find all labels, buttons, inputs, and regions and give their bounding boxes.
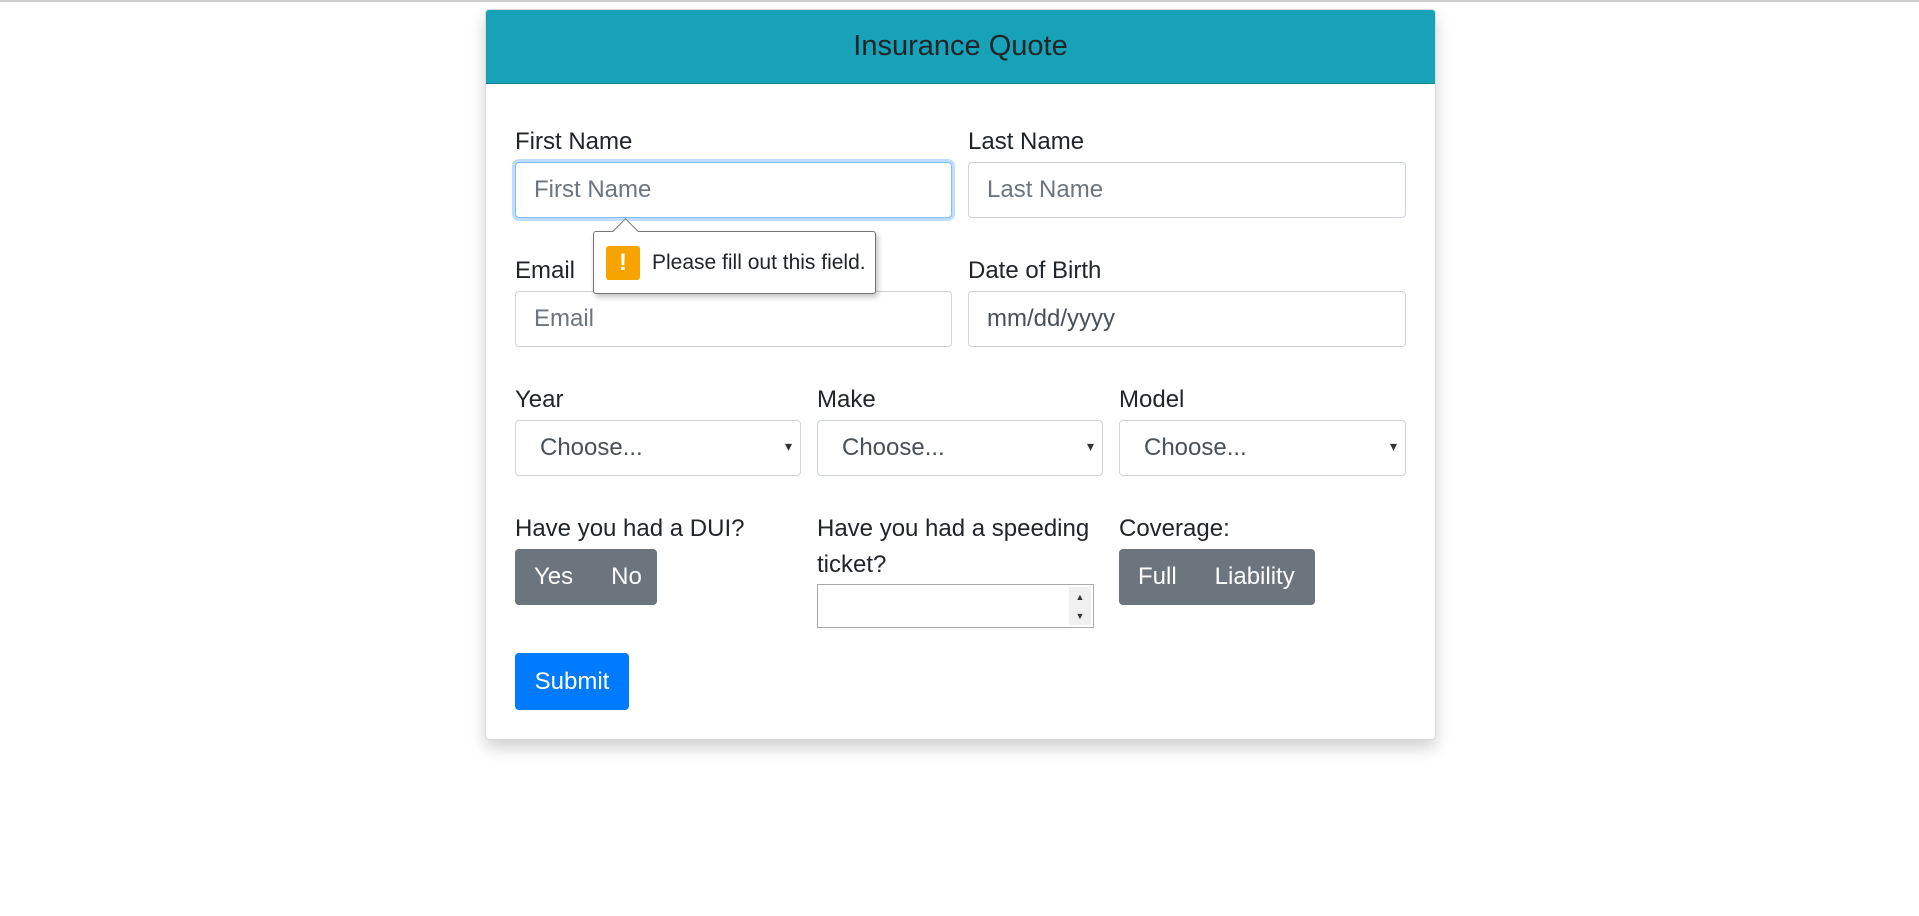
submit-button[interactable]: Submit	[515, 653, 629, 710]
email-input[interactable]	[515, 291, 952, 347]
dui-no-button[interactable]: No	[592, 549, 661, 605]
date-of-birth-label: Date of Birth	[968, 257, 1102, 284]
first-name-input[interactable]	[515, 162, 952, 218]
warning-icon: !	[606, 245, 640, 280]
dui-button-group: Yes No	[515, 549, 657, 605]
card-header: Insurance Quote	[486, 10, 1435, 84]
model-label: Model	[1119, 386, 1185, 413]
email-label: Email	[515, 257, 576, 284]
speeding-ticket-number-input[interactable]: ▲ ▼	[817, 584, 1094, 628]
last-name-label: Last Name	[968, 128, 1085, 155]
year-selected-value: Choose...	[540, 434, 643, 461]
number-spinner[interactable]: ▲ ▼	[1069, 587, 1091, 625]
last-name-input[interactable]	[968, 162, 1406, 218]
chevron-down-icon: ▾	[784, 438, 792, 454]
chevron-down-icon: ▾	[1389, 438, 1397, 454]
model-select[interactable]: Choose... ▾	[1119, 420, 1406, 476]
date-of-birth-value: mm/dd/yyyy	[987, 305, 1116, 332]
make-label: Make	[817, 386, 876, 413]
spin-down-icon[interactable]: ▼	[1069, 606, 1091, 625]
speeding-ticket-label-line1: Have you had a speeding	[817, 515, 1090, 542]
coverage-full-button[interactable]: Full	[1119, 549, 1196, 605]
first-name-label: First Name	[515, 128, 633, 155]
date-of-birth-input[interactable]: mm/dd/yyyy	[968, 291, 1406, 347]
validation-message: Please fill out this field.	[652, 250, 866, 274]
browser-top-border	[0, 0, 1919, 2]
coverage-liability-button[interactable]: Liability	[1196, 549, 1314, 605]
make-selected-value: Choose...	[842, 434, 945, 461]
coverage-label: Coverage:	[1119, 515, 1230, 542]
year-label: Year	[515, 386, 564, 413]
coverage-button-group: Full Liability	[1119, 549, 1315, 605]
dui-label: Have you had a DUI?	[515, 515, 745, 542]
tooltip-arrow	[612, 218, 639, 245]
dui-yes-button[interactable]: Yes	[515, 549, 592, 605]
model-selected-value: Choose...	[1144, 434, 1247, 461]
speeding-ticket-label-line2: ticket?	[817, 551, 887, 578]
year-select[interactable]: Choose... ▾	[515, 420, 801, 476]
make-select[interactable]: Choose... ▾	[817, 420, 1103, 476]
spin-up-icon[interactable]: ▲	[1069, 587, 1091, 606]
chevron-down-icon: ▾	[1086, 438, 1094, 454]
insurance-quote-card: Insurance Quote First Name Last Name Ema…	[485, 9, 1436, 740]
validation-tooltip: ! Please fill out this field.	[593, 218, 876, 294]
page-title: Insurance Quote	[853, 30, 1068, 62]
